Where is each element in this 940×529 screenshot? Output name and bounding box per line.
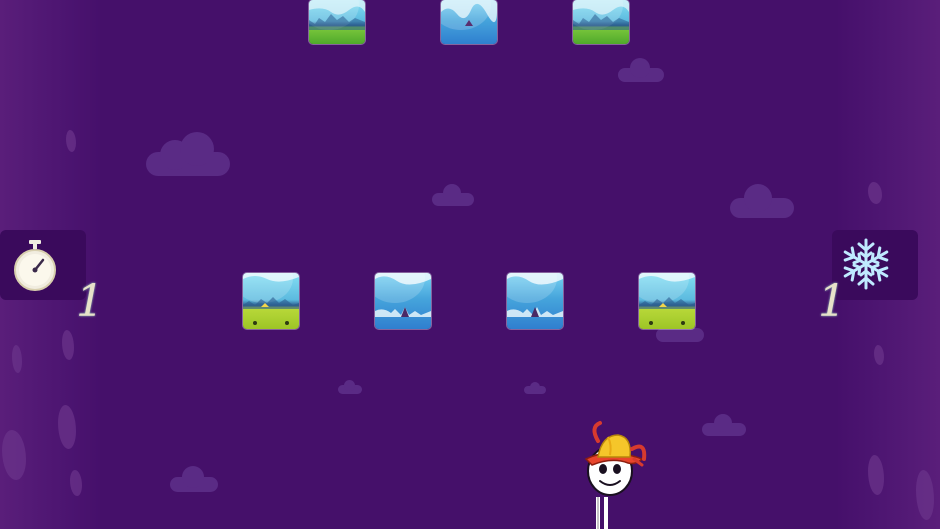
timer-powerup-panel[interactable] (0, 230, 86, 300)
decor-shard (874, 345, 884, 365)
background-cloud (146, 132, 230, 176)
background-cloud (338, 380, 362, 394)
decor-shard (62, 330, 74, 360)
background-cloud (524, 382, 546, 394)
background-cloud (702, 414, 746, 436)
decor-shard (2, 430, 26, 480)
stopwatch-icon (14, 240, 56, 291)
decor-shard (916, 470, 934, 520)
background-cloud (730, 184, 794, 218)
ice-tile-green[interactable] (309, 0, 365, 44)
background-cloud (618, 58, 664, 82)
decor-shard (868, 455, 884, 495)
freeze-powerup-count: 1 (818, 276, 846, 327)
ice-tile-blue[interactable] (375, 273, 431, 329)
ice-tile-blue[interactable] (507, 273, 563, 329)
ice-tile-green[interactable] (573, 0, 629, 44)
decor-shard (66, 130, 76, 152)
background-cloud (432, 184, 474, 206)
player-character[interactable] (572, 419, 662, 529)
ice-tile-blue[interactable] (441, 0, 497, 44)
background-cloud (170, 466, 218, 492)
decor-shard (58, 405, 76, 449)
decor-shard (12, 345, 22, 373)
timer-powerup-count: 1 (76, 276, 104, 327)
ice-tile-lime[interactable] (243, 273, 299, 329)
decor-shard (70, 470, 82, 496)
decor-shard (868, 182, 882, 204)
ice-tile-lime[interactable] (639, 273, 695, 329)
